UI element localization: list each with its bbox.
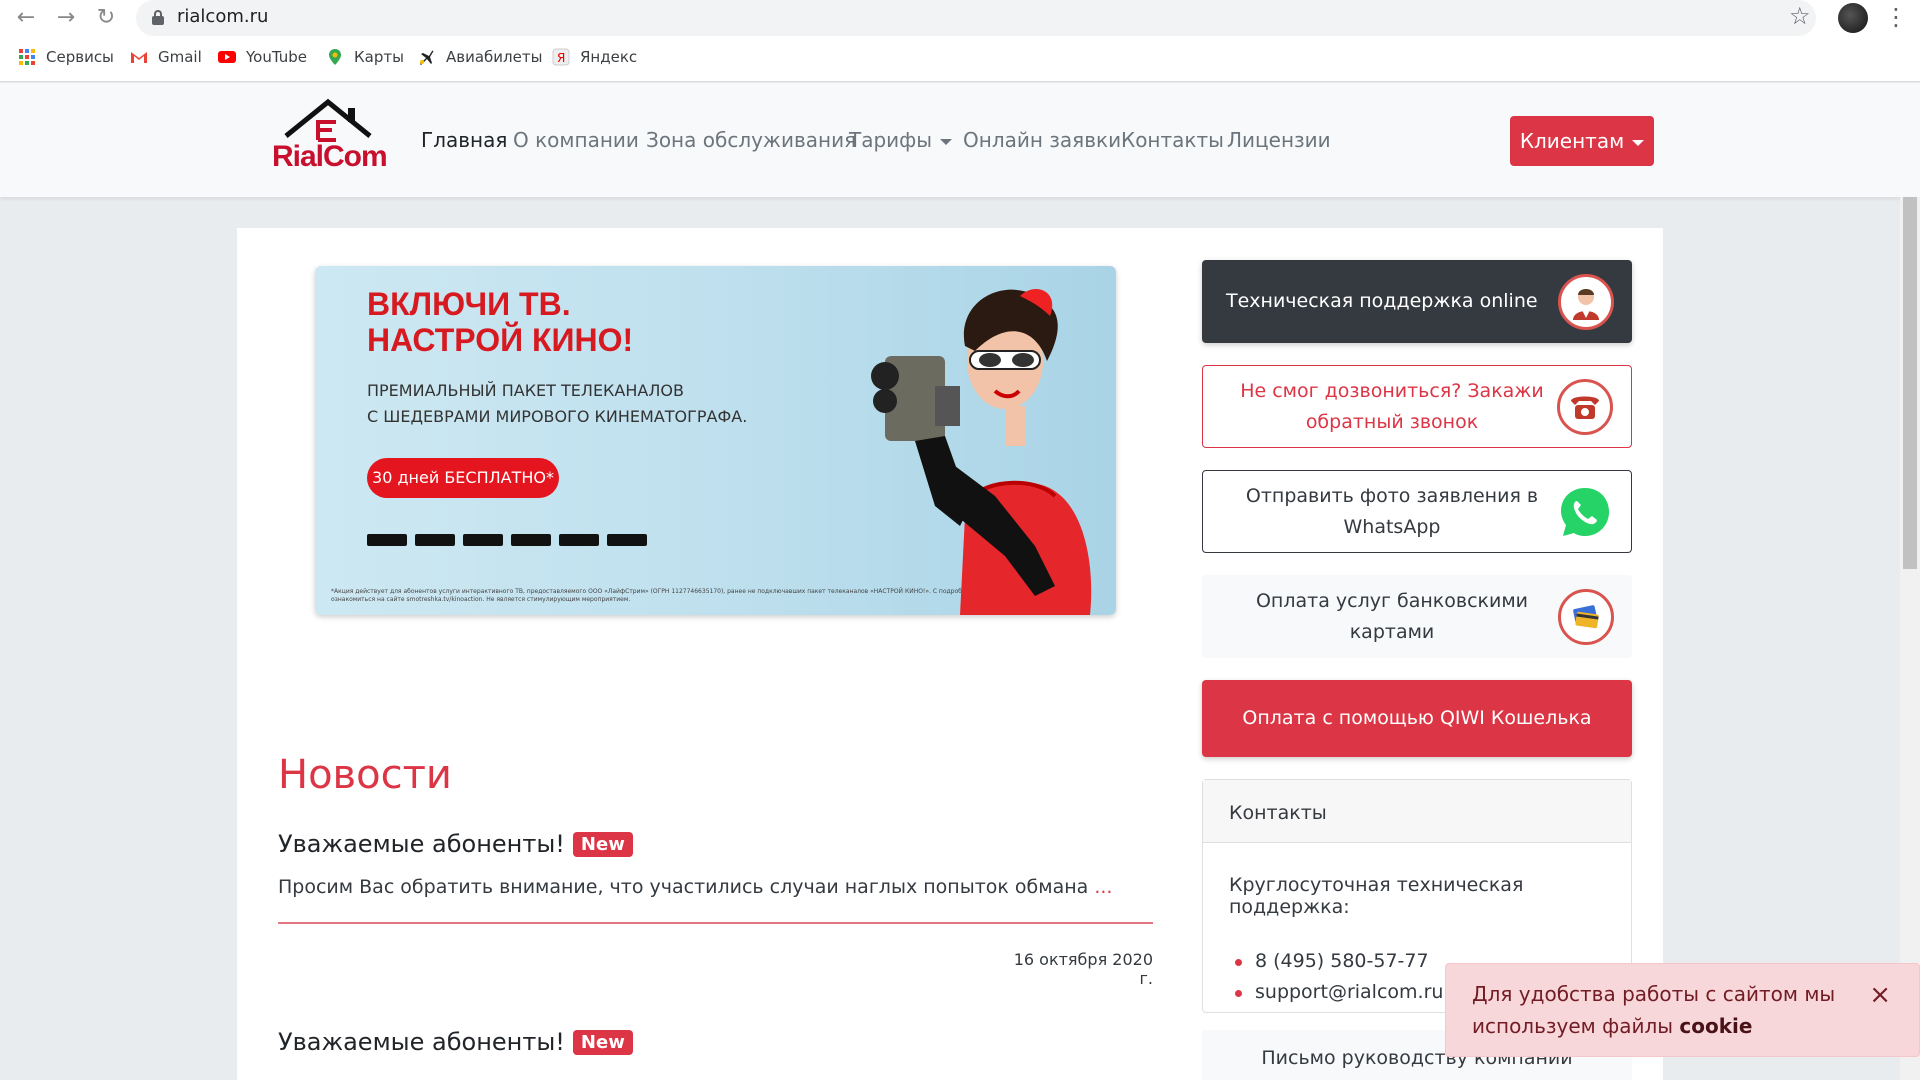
bookmark-youtube[interactable]: YouTube	[218, 48, 307, 66]
lg-tv-icon	[559, 534, 599, 546]
qiwi-label: Оплата с помощью QIWI Кошелька	[1242, 707, 1592, 729]
yandex-icon: Я	[552, 48, 570, 66]
browser-toolbar: ← → ↻ rialcom.ru ☆ ⋮	[0, 0, 1920, 36]
qiwi-payment-button[interactable]: Оплата с помощью QIWI Кошелька	[1202, 680, 1632, 757]
clients-label: Клиентам	[1519, 129, 1625, 153]
menu-kebab-icon[interactable]: ⋮	[1884, 3, 1908, 31]
support-hours-text: Круглосуточная техническая поддержка:	[1229, 874, 1524, 918]
address-bar[interactable]	[136, 0, 1816, 36]
woman-with-camera-illustration	[871, 288, 1092, 615]
close-icon[interactable]: ×	[1869, 982, 1891, 1008]
news-divider	[278, 922, 1153, 924]
bookmark-label: YouTube	[246, 48, 307, 66]
nav-service-zone[interactable]: Зона обслуживания	[646, 128, 856, 152]
site-logo[interactable]: RialCom	[272, 98, 388, 184]
news-item-title: Уважаемые абоненты!	[278, 1028, 565, 1056]
tech-support-online-button[interactable]: Техническая поддержка online	[1202, 260, 1632, 343]
news-item-heading[interactable]: Уважаемые абоненты! New	[278, 830, 633, 858]
chevron-down-icon	[940, 138, 953, 145]
nav-about[interactable]: О компании	[513, 128, 639, 152]
new-badge: New	[572, 1029, 633, 1055]
apple-tv-icon	[607, 534, 647, 546]
bank-card-payment-button[interactable]: Оплата услуг банковскими картами	[1202, 575, 1632, 658]
logo-text: RialCom	[272, 140, 388, 173]
banner-subtitle: ПРЕМИАЛЬНЫЙ ПАКЕТ ТЕЛЕКАНАЛОВ С ШЕДЕВРАМ…	[367, 378, 747, 430]
banner-title-line: НАСТРОЙ КИНО!	[367, 322, 634, 358]
news-excerpt-text: Просим Вас обратить внимание, что участи…	[278, 876, 1089, 898]
bank-cards-icon	[1558, 588, 1614, 645]
nav-home[interactable]: Главная	[421, 128, 507, 152]
nav-tariffs[interactable]: Тарифы	[849, 128, 953, 152]
samsung-tv-icon	[511, 534, 551, 546]
banner-title: ВКЛЮЧИ ТВ. НАСТРОЙ КИНО!	[367, 286, 633, 358]
banner-title-line: ВКЛЮЧИ ТВ.	[367, 286, 571, 322]
cookie-notice: Для удобства работы с сайтом мы использу…	[1445, 963, 1920, 1057]
telephone-icon	[1557, 378, 1613, 435]
callback-request-button[interactable]: Не смог дозвониться? Закажи обратный зво…	[1202, 365, 1632, 448]
bookmark-services[interactable]: Сервисы	[18, 48, 114, 66]
gmail-icon	[130, 48, 148, 66]
whatsapp-photo-button[interactable]: Отправить фото заявления в WhatsApp	[1202, 470, 1632, 553]
bookmark-maps[interactable]: Карты	[326, 48, 404, 66]
bookmarks-bar: Сервисы Gmail YouTube Карты Авиабилеты Я…	[0, 36, 1920, 82]
nav-online-requests[interactable]: Онлайн заявки	[963, 128, 1121, 152]
bookmark-label: Gmail	[158, 48, 202, 66]
whatsapp-icon	[1557, 484, 1613, 540]
cookie-text: Для удобства работы с сайтом мы использу…	[1472, 982, 1836, 1038]
bookmark-label: Сервисы	[46, 48, 114, 66]
clients-dropdown-button[interactable]: Клиентам	[1510, 116, 1654, 166]
contacts-title: Контакты	[1203, 780, 1631, 843]
maps-pin-icon	[326, 48, 344, 66]
news-heading: Новости	[278, 752, 452, 798]
reload-icon[interactable]: ↻	[92, 4, 120, 32]
bookmark-flights[interactable]: Авиабилеты	[418, 48, 542, 66]
lock-icon	[152, 10, 164, 25]
news-item-heading[interactable]: Уважаемые абоненты! New	[278, 1028, 633, 1056]
promo-banner[interactable]: ВКЛЮЧИ ТВ. НАСТРОЙ КИНО! ПРЕМИАЛЬНЫЙ ПАК…	[315, 266, 1116, 615]
banner-subtitle-line: С ШЕДЕВРАМИ МИРОВОГО КИНЕМАТОГРАФА.	[367, 407, 748, 426]
bookmark-label: Яндекс	[580, 48, 638, 66]
news-item-date: 16 октября 2020 г.	[1013, 950, 1153, 988]
profile-avatar[interactable]	[1838, 3, 1868, 33]
nav-licenses[interactable]: Лицензии	[1227, 128, 1331, 152]
forward-icon[interactable]: →	[52, 4, 80, 32]
banner-free-pill: 30 дней БЕСПЛАТНО*	[367, 458, 559, 498]
bookmark-star-icon[interactable]: ☆	[1789, 2, 1811, 30]
news-item-excerpt: Просим Вас обратить внимание, что участи…	[278, 876, 1112, 898]
url-text[interactable]: rialcom.ru	[177, 6, 268, 27]
svg-text:Я: Я	[557, 51, 565, 65]
news-item-title: Уважаемые абоненты!	[278, 830, 565, 858]
support-agent-icon	[1558, 273, 1614, 330]
youtube-icon	[218, 48, 236, 66]
scrollbar-thumb[interactable]	[1903, 197, 1917, 569]
apps-grid-icon	[18, 48, 36, 66]
bookmark-label: Карты	[354, 48, 404, 66]
bookmark-label: Авиабилеты	[446, 48, 543, 66]
chevron-down-icon	[1632, 139, 1645, 146]
new-badge: New	[572, 831, 633, 857]
bookmark-gmail[interactable]: Gmail	[130, 48, 202, 66]
read-more-link[interactable]: ...	[1094, 876, 1112, 898]
android-tv-icon	[463, 534, 503, 546]
nav-contacts[interactable]: Контакты	[1121, 128, 1224, 152]
back-icon[interactable]: ←	[12, 4, 40, 32]
nav-tariffs-label: Тарифы	[849, 128, 933, 152]
airplane-icon	[418, 48, 436, 66]
cookie-bold: cookie	[1679, 1014, 1753, 1038]
app-store-icon	[367, 534, 407, 546]
google-play-icon	[415, 534, 455, 546]
bookmark-yandex[interactable]: Я Яндекс	[552, 48, 637, 66]
app-store-badges	[367, 534, 647, 546]
banner-subtitle-line: ПРЕМИАЛЬНЫЙ ПАКЕТ ТЕЛЕКАНАЛОВ	[367, 381, 684, 400]
